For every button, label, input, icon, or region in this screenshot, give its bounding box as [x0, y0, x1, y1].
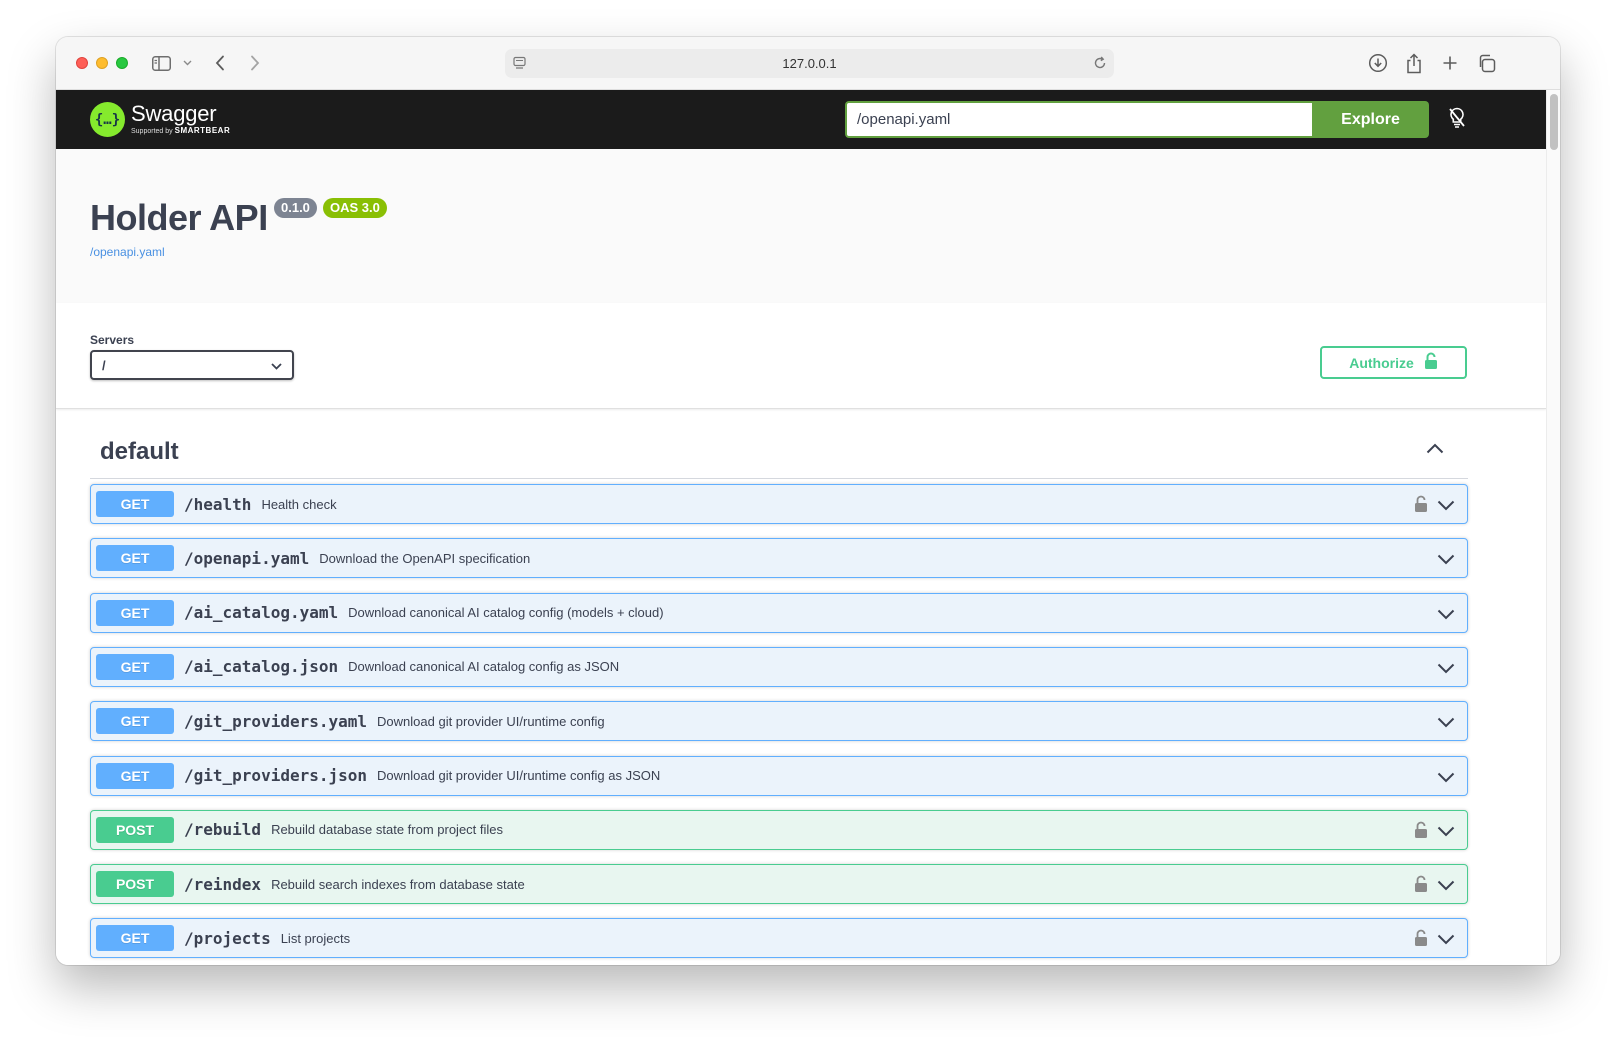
- chevron-down-icon[interactable]: [180, 51, 194, 75]
- forward-icon[interactable]: [245, 51, 265, 75]
- dark-mode-toggle-icon[interactable]: [1448, 107, 1466, 134]
- lock-icon[interactable]: [1414, 929, 1428, 952]
- downloads-icon[interactable]: [1367, 51, 1389, 75]
- operation-summary: Download canonical AI catalog config as …: [348, 659, 620, 675]
- operation-path: /projects: [184, 928, 271, 948]
- tab-overview-icon[interactable]: [1475, 51, 1497, 75]
- method-badge: GET: [96, 653, 174, 680]
- servers-label: Servers: [90, 333, 135, 347]
- operation-path: /health: [184, 494, 252, 514]
- operation-path: /ai_catalog.json: [184, 657, 339, 677]
- operation-row[interactable]: GET/ai_catalog.json Download canonical AI…: [90, 646, 1468, 687]
- new-tab-icon[interactable]: [1439, 51, 1461, 75]
- swagger-topbar: {…} Swagger Supported by SMARTBEAR Explo…: [56, 90, 1546, 149]
- authorize-button[interactable]: Authorize: [1320, 346, 1467, 379]
- operation-row[interactable]: GET/health Health check: [90, 484, 1468, 524]
- browser-window: 127.0.0.1 {…} Swagger Supported by SMART…: [56, 37, 1560, 965]
- operation-path: /git_providers.yaml: [184, 711, 368, 731]
- lock-icon[interactable]: [1414, 495, 1428, 518]
- spec-url-input[interactable]: [845, 101, 1312, 138]
- explore-button[interactable]: Explore: [1312, 101, 1429, 138]
- chevron-down-icon[interactable]: [1437, 498, 1455, 516]
- servers-selected-value: /: [102, 357, 106, 373]
- chevron-down-icon[interactable]: [1437, 661, 1455, 679]
- operation-summary: Health check: [261, 496, 337, 512]
- operation-row[interactable]: GET/openapi.yaml Download the OpenAPI spe…: [90, 538, 1468, 579]
- logo-supported: Supported by: [131, 128, 173, 135]
- method-badge: GET: [96, 925, 174, 952]
- minimize-window-button[interactable]: [96, 57, 108, 69]
- operation-path: /openapi.yaml: [184, 548, 310, 568]
- operation-row[interactable]: GET/ai_catalog.yaml Download canonical AI…: [90, 592, 1468, 633]
- api-title: Holder API: [90, 197, 268, 238]
- scrollbar-thumb[interactable]: [1550, 94, 1558, 150]
- method-badge: GET: [96, 599, 174, 626]
- share-icon[interactable]: [1403, 51, 1425, 75]
- operation-summary: Download git provider UI/runtime config …: [377, 768, 661, 783]
- version-badge: 0.1.0: [274, 198, 317, 218]
- api-info: Holder API 0.1.0 OAS 3.0 /openapi.yaml: [56, 149, 1546, 303]
- lock-icon[interactable]: [1414, 821, 1428, 844]
- chevron-down-icon[interactable]: [1437, 715, 1455, 733]
- reload-icon[interactable]: [1092, 55, 1108, 74]
- browser-toolbar: 127.0.0.1: [56, 37, 1560, 90]
- chevron-down-icon[interactable]: [1437, 770, 1455, 788]
- method-badge: GET: [96, 545, 174, 572]
- method-badge: GET: [96, 708, 174, 735]
- back-icon[interactable]: [210, 51, 230, 75]
- operation-summary: Download git provider UI/runtime config: [377, 713, 605, 729]
- chevron-up-icon[interactable]: [1426, 441, 1444, 459]
- lock-icon[interactable]: [1414, 875, 1428, 898]
- method-badge: GET: [96, 491, 174, 517]
- address-text: 127.0.0.1: [782, 56, 837, 71]
- oas-badge: OAS 3.0: [323, 198, 387, 218]
- swagger-logo-icon: {…}: [90, 101, 125, 137]
- chevron-down-icon[interactable]: [1437, 878, 1455, 896]
- chevron-down-icon[interactable]: [1437, 552, 1455, 570]
- chevron-down-icon[interactable]: [1437, 824, 1455, 842]
- chevron-down-icon[interactable]: [1437, 607, 1455, 625]
- chevron-down-icon: [271, 358, 282, 373]
- operation-row[interactable]: GET/projects List projects: [90, 918, 1468, 959]
- operation-path: /rebuild: [184, 820, 262, 840]
- operation-summary: Download the OpenAPI specification: [319, 550, 531, 566]
- tag-name: default: [100, 438, 179, 465]
- operation-summary: Download canonical AI catalog config (mo…: [348, 605, 664, 621]
- close-window-button[interactable]: [76, 57, 88, 69]
- authorize-label: Authorize: [1349, 354, 1414, 371]
- page-settings-icon[interactable]: [513, 56, 527, 73]
- operation-summary: Rebuild database state from project file…: [271, 822, 504, 838]
- logo-brand: SMARTBEAR: [174, 126, 231, 135]
- swagger-logo[interactable]: {…} Swagger Supported by SMARTBEAR: [90, 100, 230, 138]
- zoom-window-button[interactable]: [116, 57, 128, 69]
- operation-summary: Rebuild search indexes from database sta…: [271, 876, 525, 892]
- spec-link[interactable]: /openapi.yaml: [90, 245, 165, 259]
- operation-path: /git_providers.json: [184, 766, 368, 785]
- servers-section: Servers / Authorize: [56, 303, 1546, 409]
- tag-header[interactable]: default: [90, 409, 1468, 479]
- sidebar-toggle-icon[interactable]: [150, 51, 172, 75]
- tag-section-default: default GET/health Health check GET/openap…: [90, 409, 1468, 959]
- method-badge: POST: [96, 816, 174, 843]
- svg-text:{…}: {…}: [96, 112, 119, 128]
- address-bar[interactable]: 127.0.0.1: [505, 49, 1114, 78]
- operation-row[interactable]: POST/reindex Rebuild search indexes from …: [90, 864, 1468, 905]
- method-badge: POST: [96, 871, 174, 898]
- operation-path: /reindex: [184, 874, 262, 894]
- method-badge: GET: [96, 762, 174, 789]
- chevron-down-icon[interactable]: [1437, 932, 1455, 950]
- servers-select[interactable]: /: [90, 350, 294, 380]
- operation-row[interactable]: GET/git_providers.json Download git provi…: [90, 755, 1468, 796]
- unlock-icon: [1424, 352, 1438, 373]
- scrollbar[interactable]: [1546, 90, 1560, 965]
- page-viewport: {…} Swagger Supported by SMARTBEAR Explo…: [56, 90, 1546, 965]
- operation-row[interactable]: GET/git_providers.yaml Download git provi…: [90, 701, 1468, 742]
- operation-summary: List projects: [280, 930, 351, 946]
- logo-title: Swagger: [131, 101, 217, 126]
- operation-path: /ai_catalog.yaml: [184, 603, 339, 623]
- operation-row[interactable]: POST/rebuild Rebuild database state from …: [90, 809, 1468, 850]
